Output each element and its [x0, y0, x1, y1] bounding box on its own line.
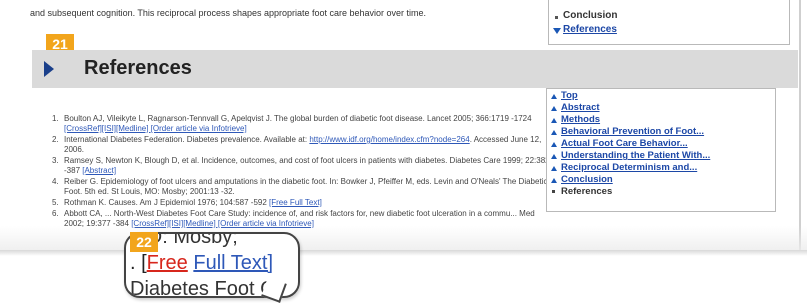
- nav-item-abstract[interactable]: Abstract: [561, 102, 600, 113]
- reference-item: 3. Ramsey S, Newton K, Blough D, et al. …: [52, 156, 550, 175]
- abstract-link[interactable]: [Abstract]: [82, 166, 116, 175]
- nav-item-methods[interactable]: Methods: [561, 114, 600, 125]
- reference-links[interactable]: [CrossRef][ISI][Medline] [Order article …: [131, 219, 314, 228]
- nav-item-references[interactable]: References: [563, 24, 617, 35]
- intro-paragraph: and subsequent cognition. This reciproca…: [30, 8, 427, 18]
- magnified-text: Diabetes Foot C: [130, 278, 275, 298]
- free-full-text-link[interactable]: [Free Full Text]: [269, 198, 322, 207]
- section-title: References: [84, 57, 192, 79]
- reference-item: 2. International Diabetes Federation. Di…: [52, 135, 542, 154]
- arrow-up-icon: [551, 166, 557, 171]
- arrow-up-icon: [551, 142, 557, 147]
- reference-item: 4. Reiber G. Epidemiology of foot ulcers…: [52, 177, 548, 196]
- nav-item-references-current: References: [561, 186, 613, 197]
- nav-item-conclusion[interactable]: Conclusion: [563, 10, 617, 21]
- arrow-up-icon: [551, 154, 557, 159]
- page-border: [799, 0, 801, 250]
- reference-url-link[interactable]: http://www.idf.org/home/index.cfm?node=2…: [309, 135, 469, 144]
- reference-item: 5. Rothman K. Causes. Am J Epidemiol 197…: [52, 198, 322, 207]
- nav-item-actual-foot-care[interactable]: Actual Foot Care Behavior...: [561, 138, 688, 149]
- arrow-down-icon: [553, 28, 561, 34]
- article-page: and subsequent cognition. This reciproca…: [0, 0, 807, 256]
- bullet-icon: [555, 16, 558, 19]
- nav-item-understanding-patient[interactable]: Understanding the Patient With...: [561, 150, 710, 161]
- nav-item-top[interactable]: Top: [561, 90, 578, 101]
- section-nav-box: Top Abstract Methods Behavioral Preventi…: [546, 88, 776, 212]
- top-nav-box: Conclusion References: [548, 0, 790, 45]
- bullet-icon: [552, 190, 555, 193]
- arrow-up-icon: [551, 106, 557, 111]
- arrow-up-icon: [551, 178, 557, 183]
- nav-item-conclusion[interactable]: Conclusion: [561, 174, 613, 185]
- page-shadow: [0, 250, 807, 256]
- reference-links[interactable]: [CrossRef][ISI][Medline] [Order article …: [64, 124, 247, 133]
- reference-item: 1. Boulton AJ, Vileikyte L, Ragnarson-Te…: [52, 114, 532, 133]
- nav-item-reciprocal-determinism[interactable]: Reciprocal Determinism and...: [561, 162, 697, 173]
- references-header: References: [32, 50, 798, 88]
- free-link[interactable]: Free: [147, 252, 188, 274]
- reference-list: 1. Boulton AJ, Vileikyte L, Ragnarson-Te…: [52, 114, 552, 230]
- full-text-link[interactable]: Full Text]: [193, 252, 273, 274]
- magnified-link-line: . [Free Full Text]: [130, 252, 274, 274]
- arrow-up-icon: [551, 118, 557, 123]
- step-badge-22: 22: [130, 232, 158, 252]
- arrow-up-icon: [551, 94, 557, 99]
- section-arrow-icon: [44, 61, 54, 77]
- arrow-up-icon: [551, 130, 557, 135]
- reference-item: 6. Abbott CA, ... North-West Diabetes Fo…: [52, 209, 535, 228]
- nav-item-behavioral-prevention[interactable]: Behavioral Prevention of Foot...: [561, 126, 704, 137]
